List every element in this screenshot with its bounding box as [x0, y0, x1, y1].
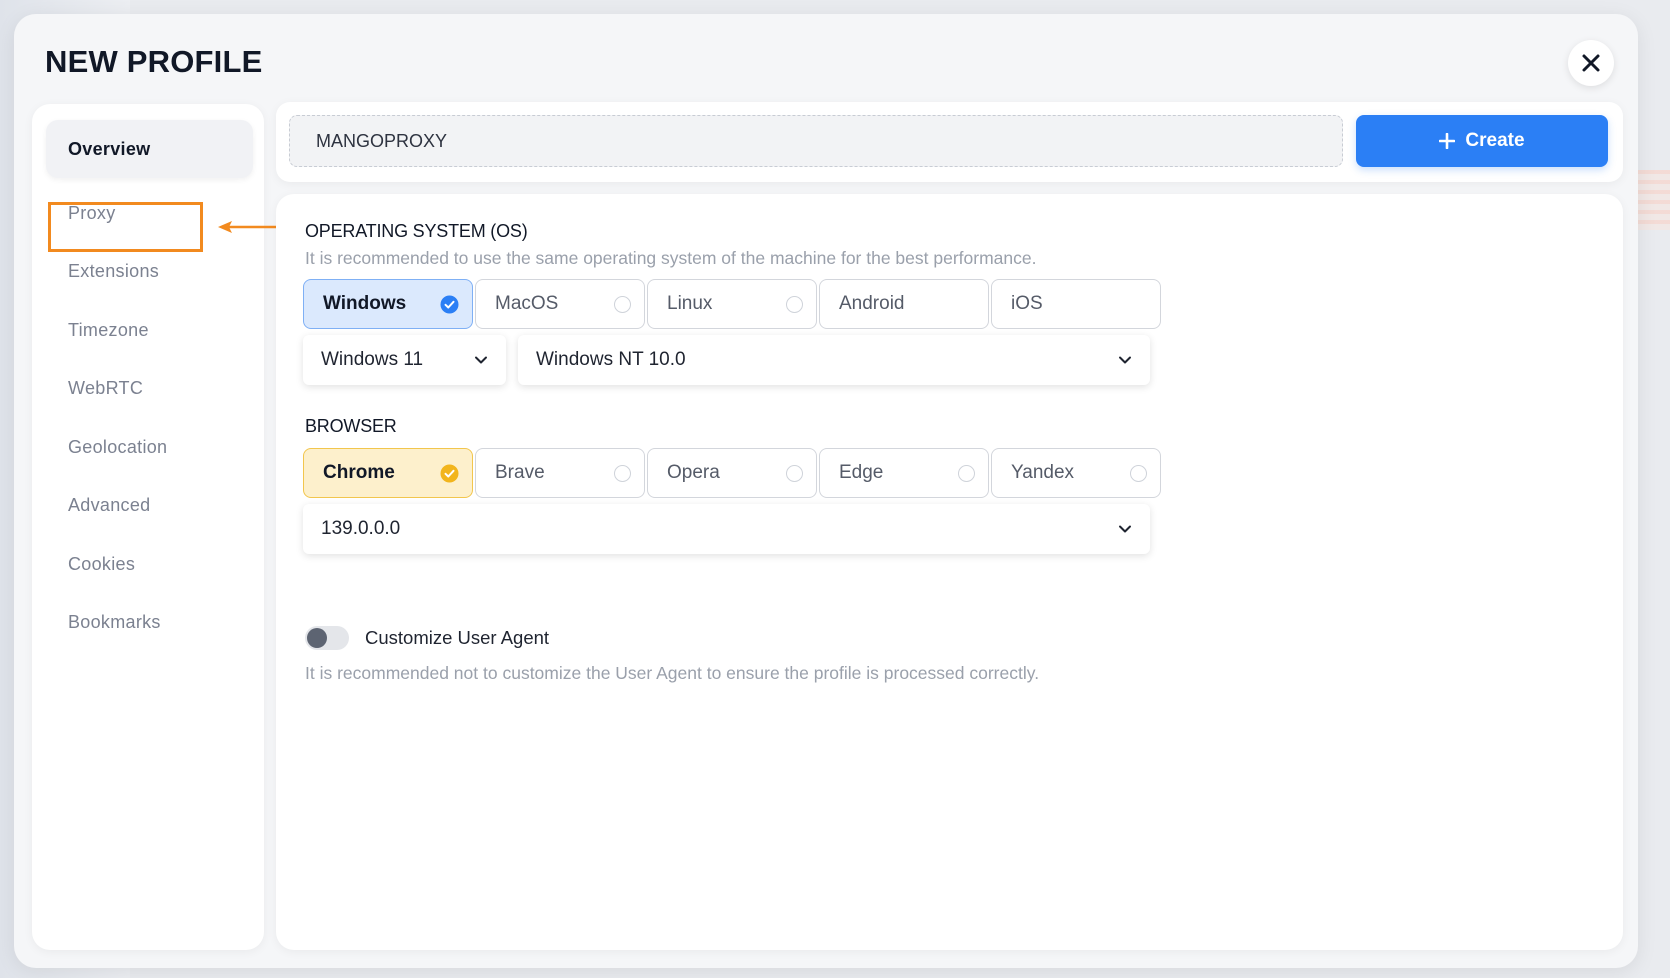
- browser-option-chrome[interactable]: Chrome: [303, 448, 473, 498]
- sidebar-item-timezone[interactable]: Timezone: [46, 301, 253, 359]
- chevron-down-icon: [1119, 525, 1131, 533]
- radio-icon: [614, 296, 631, 313]
- os-option-label: MacOS: [495, 293, 559, 314]
- browser-option-edge[interactable]: Edge: [819, 448, 989, 498]
- browser-option-label: Edge: [839, 462, 884, 483]
- os-option-windows[interactable]: Windows: [303, 279, 473, 329]
- close-icon: [1582, 54, 1600, 72]
- chevron-down-icon: [475, 356, 487, 364]
- create-button-label: Create: [1465, 130, 1525, 151]
- check-circle-icon: [440, 464, 459, 483]
- os-option-label: iOS: [1011, 293, 1043, 314]
- profile-name-input[interactable]: [289, 115, 1343, 167]
- sidebar-item-extensions[interactable]: Extensions: [46, 242, 253, 300]
- sidebar-item-label: Bookmarks: [68, 611, 161, 632]
- radio-icon: [786, 296, 803, 313]
- os-hint: It is recommended to use the same operat…: [305, 248, 1037, 268]
- browser-option-label: Brave: [495, 462, 545, 483]
- user-agent-hint: It is recommended not to customize the U…: [305, 663, 1040, 683]
- plus-icon: [1439, 133, 1456, 149]
- browser-version-select[interactable]: 139.0.0.0: [303, 504, 1150, 554]
- sidebar-item-label: Proxy: [68, 202, 116, 223]
- os-option-linux[interactable]: Linux: [647, 279, 817, 329]
- os-platform-select[interactable]: Windows NT 10.0: [518, 335, 1150, 385]
- chevron-down-icon: [1119, 356, 1131, 364]
- browser-option-label: Yandex: [1011, 462, 1075, 483]
- os-section-title: OPERATING SYSTEM (OS): [305, 221, 528, 241]
- browser-option-label: Chrome: [323, 462, 395, 483]
- close-button[interactable]: [1568, 40, 1614, 86]
- radio-icon: [1130, 465, 1147, 482]
- sidebar-item-label: Geolocation: [68, 436, 168, 457]
- sidebar-item-label: Timezone: [68, 319, 149, 340]
- profile-name-bar: Create: [276, 102, 1623, 182]
- sidebar-item-label: WebRTC: [68, 377, 144, 398]
- sidebar-item-advanced[interactable]: Advanced: [46, 476, 253, 534]
- os-option-label: Android: [839, 293, 905, 314]
- sidebar-item-label: Overview: [68, 138, 151, 159]
- os-version-select[interactable]: Windows 11: [303, 335, 506, 385]
- sidebar-item-cookies[interactable]: Cookies: [46, 535, 253, 593]
- customize-user-agent-label: Customize User Agent: [365, 627, 550, 648]
- sidebar-item-label: Extensions: [68, 260, 160, 281]
- overview-panel: OPERATING SYSTEM (OS) It is recommended …: [276, 194, 1623, 950]
- background-app-right: [1638, 170, 1670, 230]
- radio-icon: [614, 465, 631, 482]
- os-option-android[interactable]: Android: [819, 279, 989, 329]
- os-option-ios[interactable]: iOS: [991, 279, 1161, 329]
- arrow-left-icon: [218, 221, 282, 233]
- customize-user-agent-toggle[interactable]: [305, 626, 349, 650]
- browser-section-title: BROWSER: [305, 416, 397, 436]
- create-button[interactable]: Create: [1356, 115, 1608, 167]
- os-platform-value: Windows NT 10.0: [536, 349, 686, 370]
- sidebar-item-label: Cookies: [68, 553, 136, 574]
- new-profile-dialog: NEW PROFILE Overview Proxy Extensions Ti…: [14, 14, 1638, 968]
- os-option-label: Linux: [667, 293, 713, 314]
- os-version-value: Windows 11: [321, 349, 424, 370]
- sidebar-item-geolocation[interactable]: Geolocation: [46, 418, 253, 476]
- toggle-knob: [307, 628, 327, 648]
- sidebar-item-bookmarks[interactable]: Bookmarks: [46, 593, 253, 651]
- os-option-macos[interactable]: MacOS: [475, 279, 645, 329]
- dialog-title: NEW PROFILE: [45, 44, 263, 79]
- sidebar-item-webrtc[interactable]: WebRTC: [46, 359, 253, 417]
- browser-option-brave[interactable]: Brave: [475, 448, 645, 498]
- sidebar-item-overview[interactable]: Overview: [46, 120, 253, 178]
- browser-option-opera[interactable]: Opera: [647, 448, 817, 498]
- sidebar-item-label: Advanced: [68, 494, 151, 515]
- radio-icon: [786, 465, 803, 482]
- browser-option-yandex[interactable]: Yandex: [991, 448, 1161, 498]
- check-circle-icon: [440, 295, 459, 314]
- os-option-label: Windows: [323, 293, 407, 314]
- browser-option-label: Opera: [667, 462, 720, 483]
- browser-version-value: 139.0.0.0: [321, 518, 401, 539]
- radio-icon: [958, 465, 975, 482]
